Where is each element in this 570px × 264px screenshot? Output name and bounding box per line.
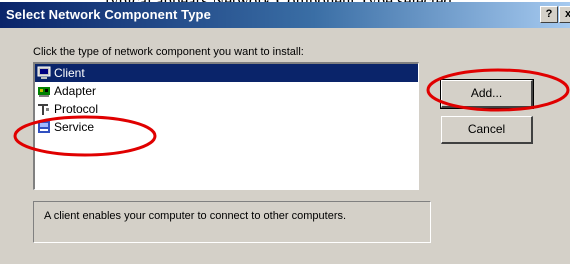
list-item-label: Adapter <box>54 84 97 98</box>
cancel-button[interactable]: Cancel <box>441 116 533 144</box>
list-item-label: Protocol <box>54 102 99 116</box>
list-item-adapter[interactable]: Adapter <box>35 82 418 100</box>
list-item-label: Service <box>54 120 95 134</box>
client-icon <box>37 66 51 79</box>
service-icon <box>38 121 50 133</box>
component-type-list[interactable]: Client Adapter Protocol Service <box>33 62 419 190</box>
title-bar: Select Network Component Type ? x <box>0 2 570 28</box>
list-item-service[interactable]: Service <box>35 118 418 136</box>
close-button[interactable]: x <box>559 6 570 23</box>
network-component-dialog: Select Network Component Type ? x Click … <box>0 2 570 264</box>
window-title: Select Network Component Type <box>6 7 211 22</box>
instruction-label: Click the type of network component you … <box>33 46 304 58</box>
description-groupbox: A client enables your computer to connec… <box>33 201 431 243</box>
component-description: A client enables your computer to connec… <box>44 210 347 222</box>
add-button[interactable]: Add... <box>440 79 534 109</box>
list-item-protocol[interactable]: Protocol <box>35 100 418 118</box>
protocol-icon <box>38 104 49 115</box>
adapter-icon <box>38 87 50 97</box>
list-item-label: Client <box>54 66 85 80</box>
list-item-client[interactable]: Client <box>35 64 418 82</box>
help-button[interactable]: ? <box>540 6 558 23</box>
